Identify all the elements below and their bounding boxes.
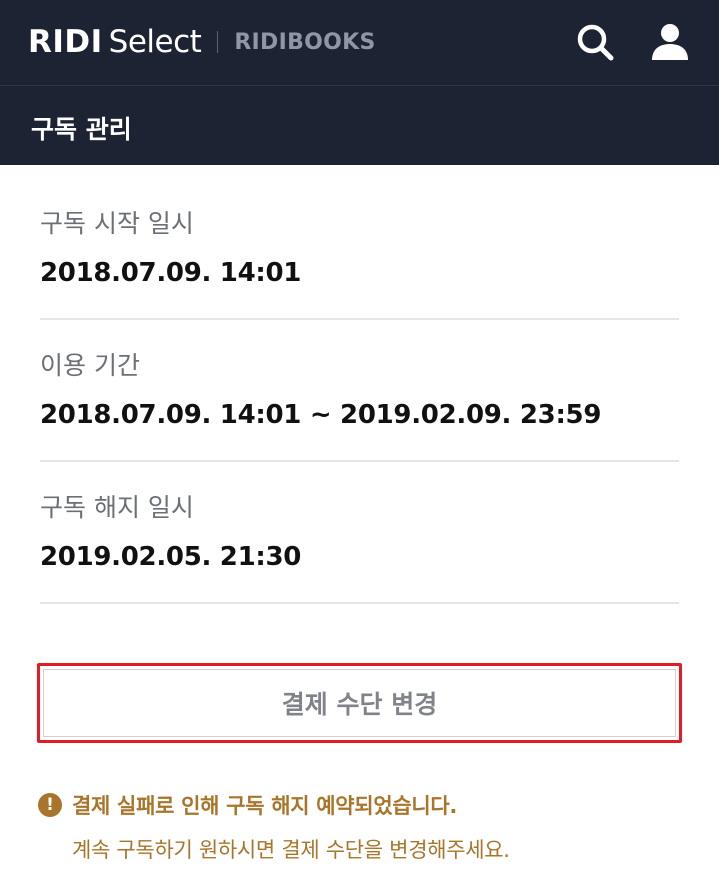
usage-period-value: 2018.07.09. 14:01 ~ 2019.02.09. 23:59 — [40, 400, 602, 430]
user-icon — [652, 24, 688, 60]
subscription-start-section: 구독 시작 일시 2018.07.09. 14:01 — [40, 204, 679, 288]
subscription-cancel-section: 구독 해지 일시 2019.02.05. 21:30 — [40, 488, 679, 572]
divider — [40, 318, 679, 320]
subscription-start-label: 구독 시작 일시 — [40, 209, 194, 238]
usage-period-label: 이용 기간 — [40, 351, 140, 380]
search-icon — [577, 24, 614, 61]
subscription-start-value: 2018.07.09. 14:01 — [40, 258, 302, 288]
usage-period-section: 이용 기간 2018.07.09. 14:01 ~ 2019.02.09. 23… — [40, 346, 679, 430]
subscription-cancel-label: 구독 해지 일시 — [40, 493, 194, 522]
payment-failure-notice: ! 결제 실패로 인해 구독 해지 예약되었습니다. 계속 구독하기 원하시면 … — [38, 790, 698, 864]
search-button[interactable] — [573, 20, 617, 64]
brand-select-text: Select — [108, 24, 202, 60]
brand-divider — [217, 31, 219, 53]
subscription-cancel-value: 2019.02.05. 21:30 — [40, 542, 302, 572]
divider — [40, 460, 679, 462]
page-title: 구독 관리 — [31, 115, 132, 144]
change-payment-method-label: 결제 수단 변경 — [281, 690, 438, 719]
notice-description: 계속 구독하기 원하시면 결제 수단을 변경해주세요. — [72, 838, 510, 862]
top-navigation-bar: RIDI Select RIDIBOOKS — [0, 0, 719, 85]
ridibooks-link[interactable]: RIDIBOOKS — [234, 30, 375, 55]
brand-ridi-text: RIDI — [28, 24, 103, 60]
page-header: 구독 관리 — [0, 85, 719, 165]
account-button[interactable] — [648, 20, 692, 64]
ridi-select-logo[interactable]: RIDI Select RIDIBOOKS — [28, 22, 376, 62]
notice-title: 결제 실패로 인해 구독 해지 예약되었습니다. — [72, 794, 458, 818]
change-payment-method-button[interactable]: 결제 수단 변경 — [37, 663, 682, 743]
divider — [40, 602, 679, 604]
exclamation-icon: ! — [38, 793, 62, 817]
